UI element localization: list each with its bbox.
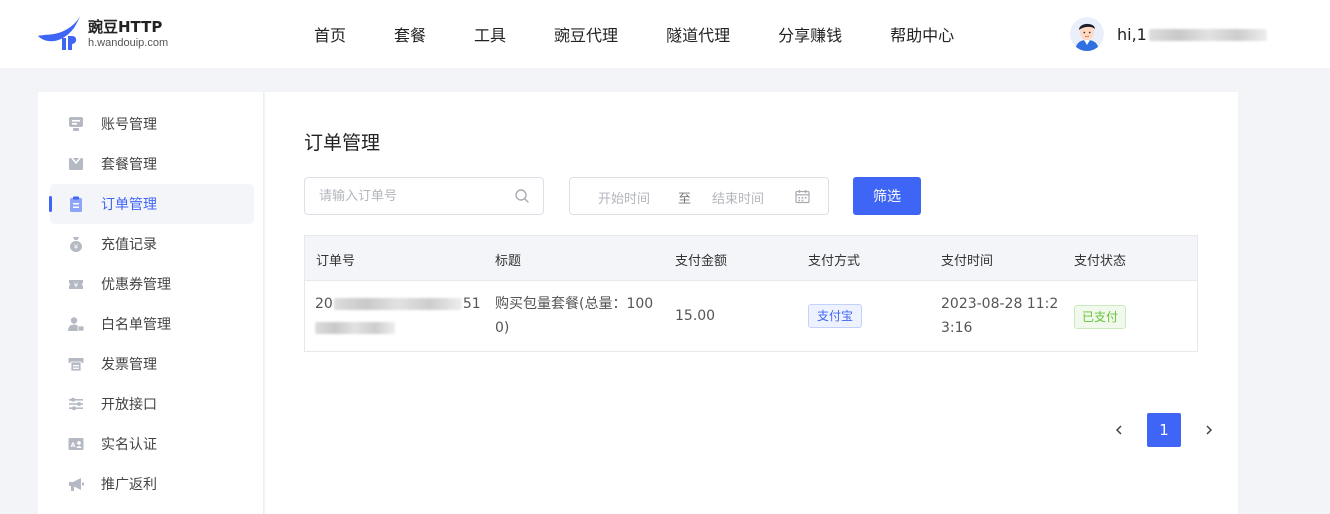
brand-name: 豌豆HTTP <box>88 18 163 36</box>
order-search-input[interactable] <box>319 187 499 205</box>
sidebar-item-label: 充值记录 <box>101 237 157 253</box>
sidebar-item-orders[interactable]: 订单管理 <box>49 184 254 224</box>
redacted-order-number <box>333 298 462 310</box>
pagination: 1 <box>1105 413 1223 447</box>
sidebar-item-label: 白名单管理 <box>101 317 171 333</box>
sidebar-item-label: 开放接口 <box>101 397 157 413</box>
package-icon <box>67 155 85 173</box>
pay-time-line1: 2023-08-28 11:2 <box>941 296 1059 312</box>
svg-text:¥: ¥ <box>74 282 79 290</box>
brand-logo[interactable]: 豌豆HTTP h.wandouip.com <box>36 14 186 54</box>
top-header: 豌豆HTTP h.wandouip.com 首页 套餐 工具 豌豆代理 隧道代理… <box>0 0 1330 68</box>
col-header-order-no: 订单号 <box>316 254 356 269</box>
sidebar: 账号管理 套餐管理 订单管理 ¥ 充值记录 ¥ 优惠券管理 白名单管理 发票管理 <box>38 92 264 514</box>
sidebar-item-label: 套餐管理 <box>101 157 157 173</box>
main-nav: 首页 套餐 工具 豌豆代理 隧道代理 分享赚钱 帮助中心 <box>290 0 978 68</box>
calendar-icon[interactable] <box>795 189 810 208</box>
api-sliders-icon <box>67 395 85 413</box>
nav-item-share-earn[interactable]: 分享赚钱 <box>778 22 842 46</box>
orders-table: 订单号 标题 支付金额 支付方式 支付时间 支付状态 20 51 购买包量套餐(总… <box>304 235 1198 352</box>
megaphone-icon <box>67 475 85 493</box>
order-icon <box>67 195 85 213</box>
coupon-icon: ¥ <box>67 275 85 293</box>
svg-text:¥: ¥ <box>74 243 79 251</box>
nav-item-help-center[interactable]: 帮助中心 <box>890 22 954 46</box>
sidebar-item-invoices[interactable]: 发票管理 <box>50 344 254 384</box>
money-bag-icon: ¥ <box>67 235 85 253</box>
sidebar-item-label: 发票管理 <box>101 357 157 373</box>
account-icon <box>67 115 85 133</box>
redacted-order-number-line2 <box>315 322 395 334</box>
col-header-pay-method: 支付方式 <box>808 254 861 269</box>
user-greeting-text: hi,1 <box>1117 24 1147 44</box>
filter-button[interactable]: 筛选 <box>853 177 921 215</box>
user-avatar-icon <box>1070 17 1104 51</box>
pay-time-cell: 2023-08-28 11:2 3:16 <box>941 292 1066 340</box>
order-number-cell: 20 51 <box>315 292 485 340</box>
sidebar-item-coupons[interactable]: ¥ 优惠券管理 <box>50 264 254 304</box>
table-row: 20 51 购买包量套餐(总量：100 0) 15.00 支付宝 2023-08-… <box>305 281 1197 351</box>
sidebar-item-real-name-verification[interactable]: A 实名认证 <box>50 424 254 464</box>
nav-item-tools[interactable]: 工具 <box>474 22 506 46</box>
sidebar-item-referral-rebate[interactable]: 推广返利 <box>50 464 254 504</box>
page-number-button[interactable]: 1 <box>1147 413 1181 447</box>
sidebar-item-label: 优惠券管理 <box>101 277 171 293</box>
sidebar-item-open-api[interactable]: 开放接口 <box>50 384 254 424</box>
col-header-title: 标题 <box>495 254 522 269</box>
col-header-pay-status: 支付状态 <box>1074 254 1127 269</box>
prev-page-button[interactable] <box>1105 416 1133 444</box>
col-header-amount: 支付金额 <box>675 254 728 269</box>
sidebar-item-label: 实名认证 <box>101 437 157 453</box>
redacted-username <box>1148 29 1267 41</box>
sidebar-item-label: 订单管理 <box>101 197 157 213</box>
sidebar-item-account[interactable]: 账号管理 <box>50 104 254 144</box>
order-title-line1: 购买包量套餐(总量：100 <box>495 296 654 312</box>
next-page-button[interactable] <box>1195 416 1223 444</box>
pea-pod-logo-icon <box>38 16 80 50</box>
invoice-icon <box>67 355 85 373</box>
table-header: 订单号 标题 支付金额 支付方式 支付时间 支付状态 <box>305 236 1197 281</box>
sidebar-item-packages[interactable]: 套餐管理 <box>50 144 254 184</box>
svg-text:A: A <box>71 442 76 449</box>
chevron-left-icon <box>1115 425 1122 435</box>
pay-time-line2: 3:16 <box>941 320 973 336</box>
user-menu[interactable]: hi,1 <box>1070 16 1267 52</box>
sidebar-item-recharge-records[interactable]: ¥ 充值记录 <box>50 224 254 264</box>
pay-method-badge: 支付宝 <box>808 304 863 328</box>
search-icon[interactable] <box>514 188 530 208</box>
page-title: 订单管理 <box>304 132 381 154</box>
nav-item-tunnel-proxy[interactable]: 隧道代理 <box>666 22 730 46</box>
order-search-box[interactable] <box>304 177 544 215</box>
order-number-suffix: 51 <box>462 296 481 312</box>
col-header-pay-time: 支付时间 <box>941 254 994 269</box>
brand-domain: h.wandouip.com <box>88 37 169 49</box>
status-badge: 已支付 <box>1074 305 1127 329</box>
avatar[interactable] <box>1070 17 1104 51</box>
sidebar-item-label: 账号管理 <box>101 117 157 133</box>
order-title-cell: 购买包量套餐(总量：100 0) <box>495 292 665 340</box>
id-card-icon: A <box>67 435 85 453</box>
date-range-separator: 至 <box>678 192 692 207</box>
whitelist-user-icon <box>67 315 85 333</box>
nav-item-packages[interactable]: 套餐 <box>394 22 426 46</box>
start-date-input[interactable]: 开始时间 <box>598 188 650 207</box>
date-range-picker[interactable]: 开始时间 至 结束时间 <box>569 177 829 215</box>
order-amount-cell: 15.00 <box>675 308 716 324</box>
main-content: 订单管理 开始时间 至 结束时间 筛选 订单号 标题 支付金额 支付方式 支付时… <box>265 92 1238 514</box>
sidebar-item-whitelist[interactable]: 白名单管理 <box>50 304 254 344</box>
user-greeting: hi,1 <box>1117 25 1267 44</box>
nav-item-wandou-proxy[interactable]: 豌豆代理 <box>554 22 618 46</box>
order-number-prefix: 20 <box>315 296 333 312</box>
sidebar-item-label: 推广返利 <box>101 477 157 493</box>
chevron-right-icon <box>1206 425 1213 435</box>
order-title-line2: 0) <box>495 320 510 336</box>
nav-item-home[interactable]: 首页 <box>314 22 346 46</box>
end-date-input[interactable]: 结束时间 <box>712 188 764 207</box>
